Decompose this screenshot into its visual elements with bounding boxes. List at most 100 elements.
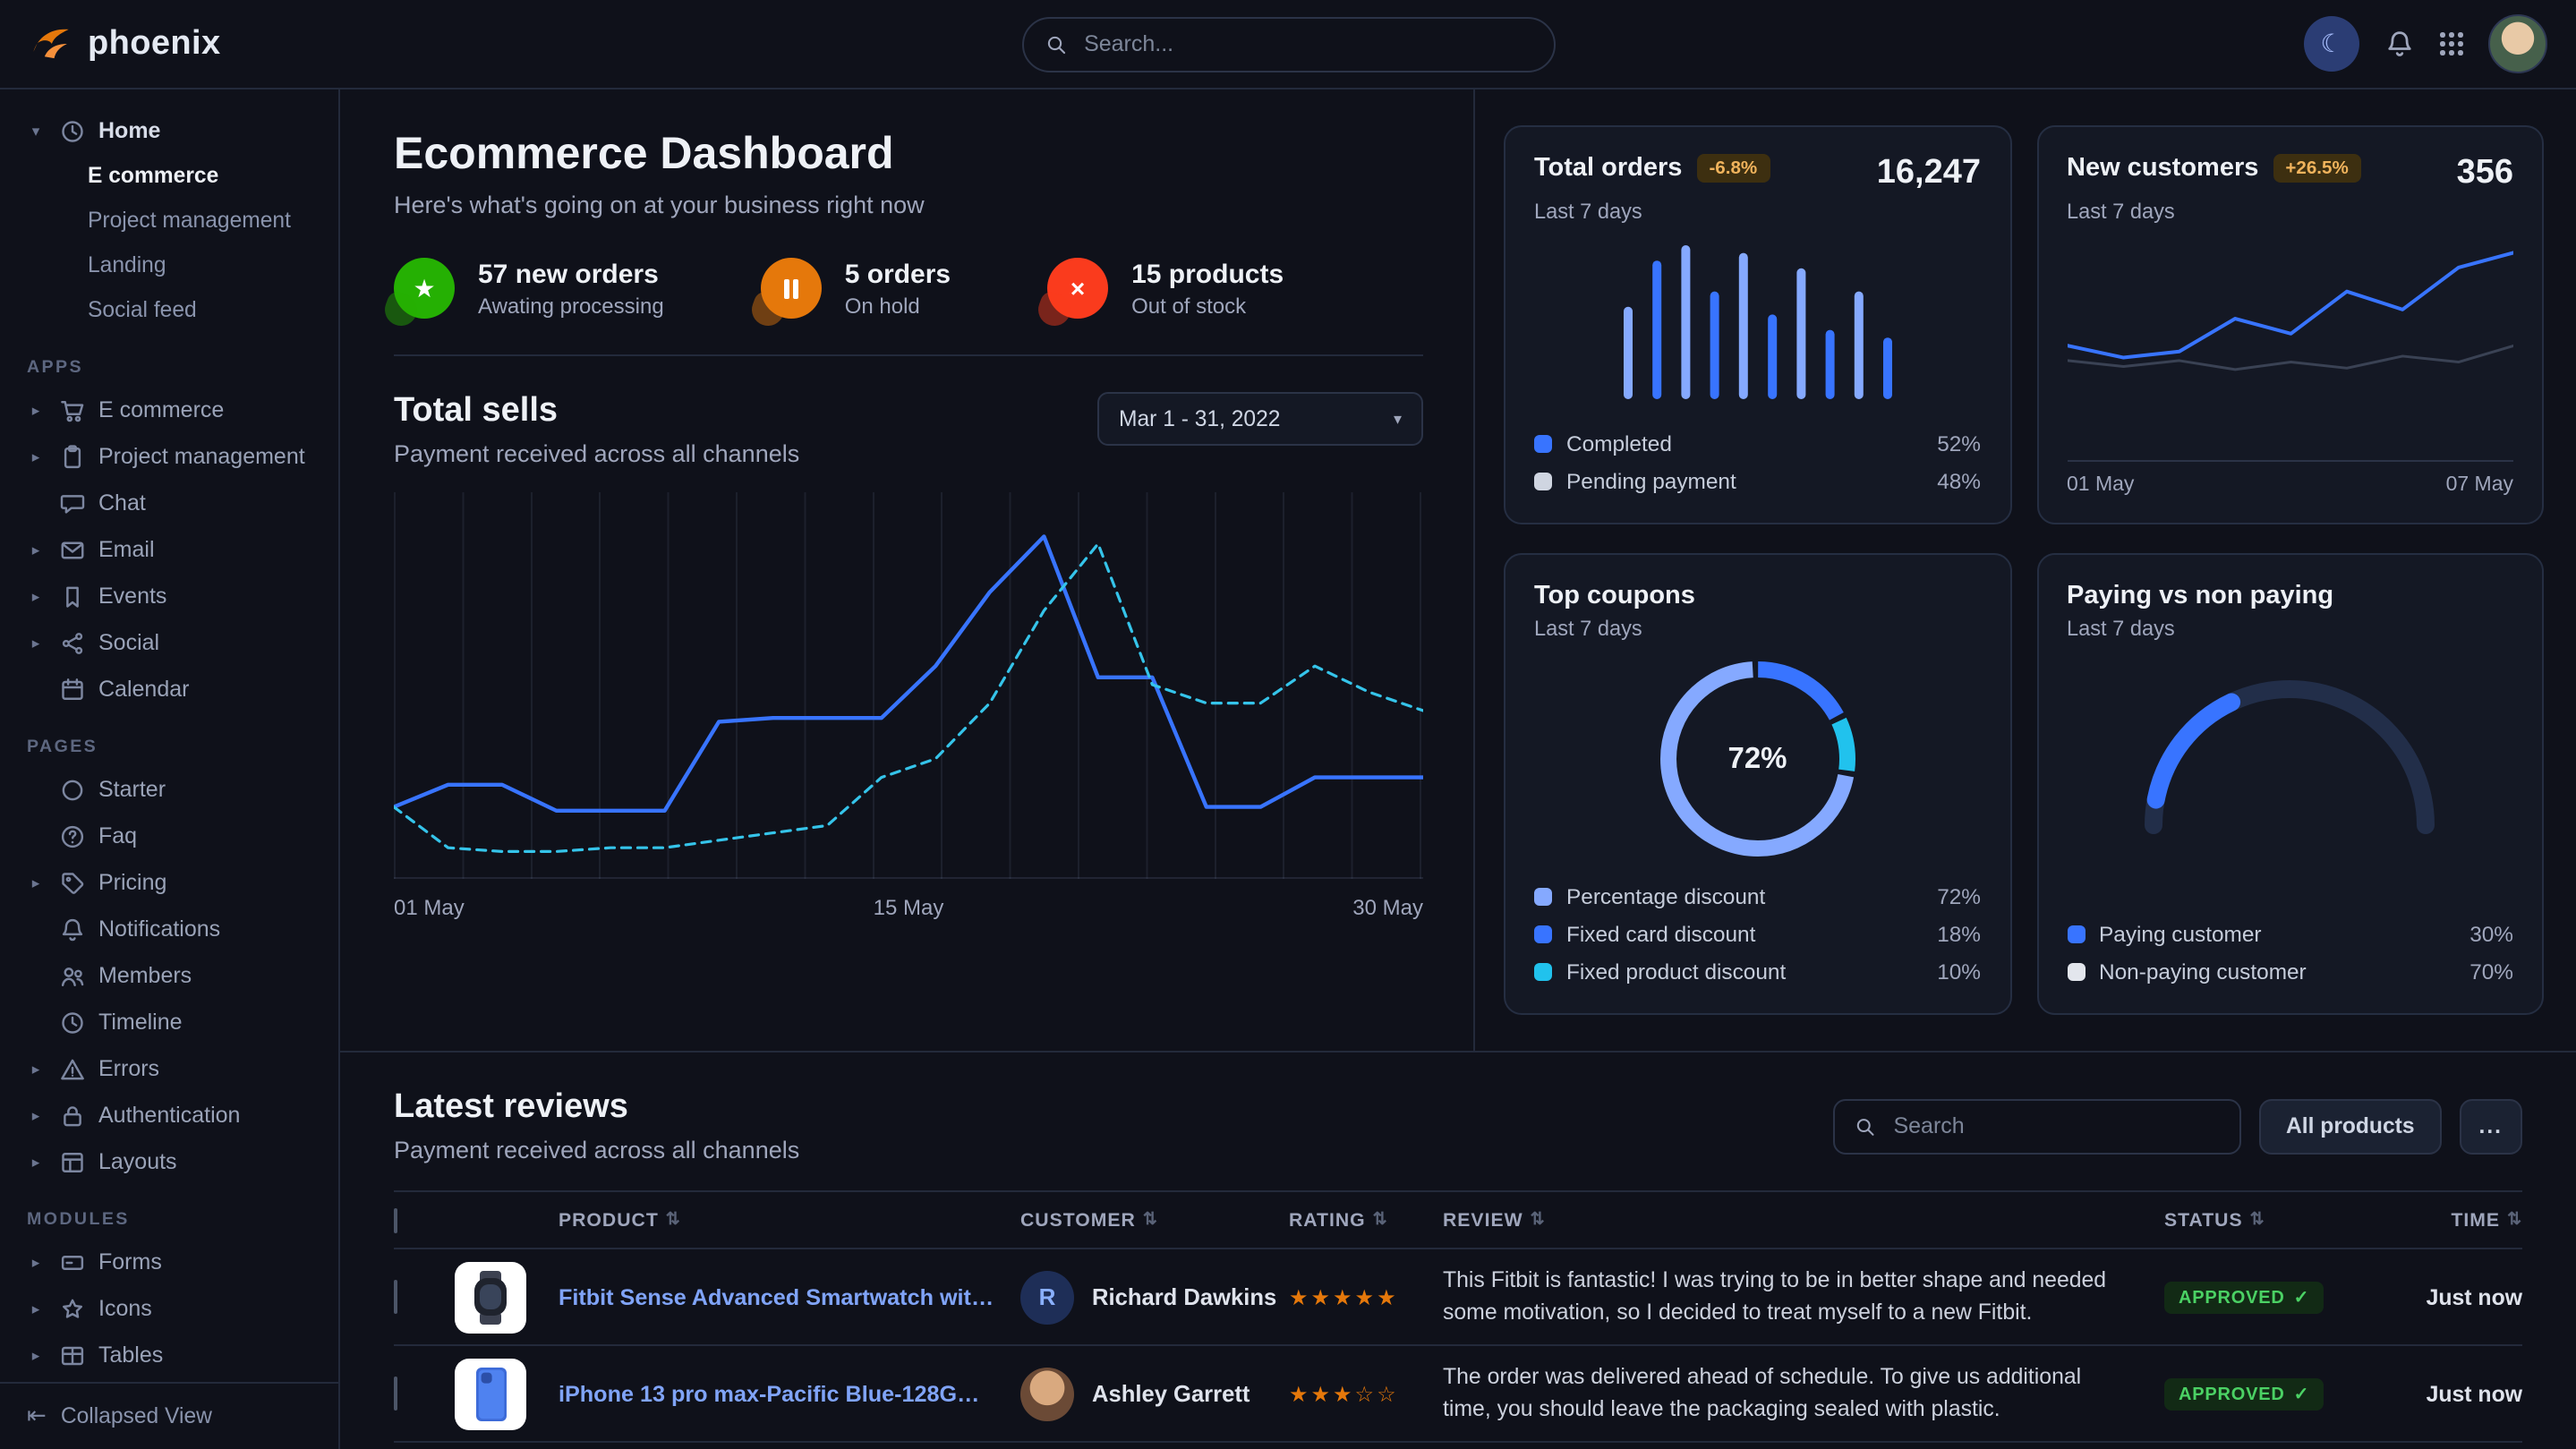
date-range-select[interactable]: Mar 1 - 31, 2022 ▾ — [1097, 392, 1423, 446]
sidebar-item-faq[interactable]: Faq — [0, 813, 338, 859]
sidebar-item-project-management-app[interactable]: ▸ Project management — [0, 433, 338, 480]
product-image-iphone[interactable] — [455, 1358, 526, 1429]
chevron-right-icon: ▸ — [25, 1252, 47, 1272]
review-text: The order was delivered ahead of schedul… — [1443, 1361, 2164, 1426]
check-icon: ✓ — [2294, 1385, 2310, 1405]
latest-reviews-subtitle: Payment received across all channels — [394, 1137, 799, 1163]
customer-cell[interactable]: R Richard Dawkins — [1020, 1270, 1289, 1324]
product-image-smartwatch[interactable] — [455, 1261, 526, 1333]
apps-menu-button[interactable] — [2440, 32, 2463, 55]
sidebar-item-starter[interactable]: Starter — [0, 766, 338, 813]
legend-pending-payment: Pending payment 48% — [1534, 465, 1981, 496]
column-status[interactable]: STATUS⇅ — [2164, 1209, 2376, 1231]
more-options-button[interactable]: ... — [2460, 1098, 2523, 1154]
select-all-checkbox[interactable] — [394, 1207, 397, 1232]
share-nodes-icon — [59, 629, 86, 656]
sidebar-item-forms[interactable]: ▸ Forms — [0, 1239, 338, 1285]
grid-icon — [2440, 32, 2463, 55]
sidebar-item-landing[interactable]: Landing — [0, 243, 338, 288]
table-row: iPhone 13 pro max-Pacific Blue-128GB sto… — [394, 1346, 2522, 1443]
card-top-coupons: Top coupons Last 7 days 72% Percentage d… — [1504, 553, 2011, 1015]
sidebar-item-icons[interactable]: ▸ Icons — [0, 1285, 338, 1332]
chat-bubble-icon — [59, 490, 86, 516]
status-badge: APPROVED✓ — [2164, 1379, 2324, 1411]
sidebar-item-ecommerce-app[interactable]: ▸ E commerce — [0, 387, 338, 433]
column-customer[interactable]: CUSTOMER⇅ — [1020, 1209, 1289, 1231]
tag-icon — [59, 869, 86, 896]
section-label-pages: PAGES — [0, 712, 338, 766]
sidebar-item-calendar[interactable]: Calendar — [0, 666, 338, 712]
sidebar-item-pricing[interactable]: ▸ Pricing — [0, 859, 338, 906]
global-search-input[interactable] — [1080, 30, 1531, 58]
total-orders-bar-chart — [1624, 245, 1892, 399]
sidebar-item-timeline[interactable]: Timeline — [0, 999, 338, 1045]
chevron-down-icon: ▾ — [1394, 409, 1402, 429]
column-product[interactable]: PRODUCT⇅ — [559, 1209, 1020, 1231]
sidebar-item-social[interactable]: ▸ Social — [0, 619, 338, 666]
reviews-search-input[interactable] — [1889, 1112, 2220, 1140]
review-text: This Fitbit is fantastic! I was trying t… — [1443, 1265, 2164, 1329]
stat-out-of-stock: × 15 products Out of stock — [1047, 258, 1284, 319]
sidebar-item-authentication[interactable]: ▸ Authentication — [0, 1092, 338, 1138]
sort-icon: ⇅ — [1143, 1210, 1158, 1230]
product-link[interactable]: iPhone 13 pro max-Pacific Blue-128GB sto… — [559, 1381, 1020, 1406]
chevron-right-icon: ▸ — [25, 1345, 47, 1365]
latest-reviews-title: Latest reviews — [394, 1088, 799, 1128]
app-window: phoenix ☾ ▾ — [0, 0, 2576, 1449]
theme-toggle-button[interactable]: ☾ — [2304, 16, 2359, 72]
table-row — [394, 1443, 2522, 1449]
sidebar-item-members[interactable]: Members — [0, 952, 338, 999]
rating-stars: ★★★☆☆ — [1289, 1381, 1443, 1406]
sidebar-item-layouts[interactable]: ▸ Layouts — [0, 1138, 338, 1185]
new-customers-value: 356 — [2457, 154, 2513, 193]
column-review[interactable]: REVIEW⇅ — [1443, 1209, 2164, 1231]
card-paying-vs-non-paying: Paying vs non paying Last 7 days Paying … — [2036, 553, 2544, 1015]
sidebar-item-email[interactable]: ▸ Email — [0, 526, 338, 573]
brand[interactable]: phoenix — [29, 21, 221, 66]
customer-name: Ashley Garrett — [1092, 1380, 1250, 1407]
all-products-button[interactable]: All products — [2259, 1098, 2441, 1154]
sidebar-item-project-management-dashboard[interactable]: Project management — [0, 199, 338, 243]
review-time: Just now — [2376, 1284, 2522, 1309]
customer-cell[interactable]: Ashley Garrett — [1020, 1367, 1289, 1420]
pause-icon — [761, 258, 822, 319]
lock-icon — [59, 1102, 86, 1129]
legend-fixed-card-discount: Fixed card discount 18% — [1534, 918, 1981, 949]
sidebar-item-social-feed[interactable]: Social feed — [0, 288, 338, 333]
reviews-table: PRODUCT⇅ CUSTOMER⇅ RATING⇅ REVIEW⇅ STATU… — [394, 1190, 2522, 1449]
global-search[interactable] — [1021, 16, 1555, 72]
warning-triangle-icon — [59, 1055, 86, 1082]
total-orders-value: 16,247 — [1877, 154, 1981, 193]
sidebar-item-events[interactable]: ▸ Events — [0, 573, 338, 619]
cart-icon — [59, 396, 86, 423]
customer-name: Richard Dawkins — [1092, 1283, 1276, 1310]
product-link[interactable]: Fitbit Sense Advanced Smartwatch with To… — [559, 1284, 1020, 1309]
sidebar-item-errors[interactable]: ▸ Errors — [0, 1045, 338, 1092]
collapsed-view-button[interactable]: ⇤ Collapsed View — [0, 1381, 338, 1449]
user-avatar[interactable] — [2488, 14, 2547, 73]
phoenix-logo-icon — [29, 21, 73, 66]
new-customers-line-chart — [2067, 245, 2513, 410]
row-checkbox[interactable] — [394, 1376, 397, 1410]
sidebar-item-home[interactable]: ▾ Home — [0, 107, 338, 154]
clipboard-icon — [59, 443, 86, 470]
envelope-icon — [59, 536, 86, 563]
stat-orders-on-hold: 5 orders On hold — [761, 258, 951, 319]
sidebar-item-ecommerce-dashboard[interactable]: E commerce — [0, 154, 338, 199]
chevron-right-icon: ▸ — [25, 873, 47, 892]
sidebar-item-notifications[interactable]: Notifications — [0, 906, 338, 952]
column-rating[interactable]: RATING⇅ — [1289, 1209, 1443, 1231]
row-checkbox[interactable] — [394, 1279, 397, 1313]
moon-icon: ☾ — [2320, 29, 2342, 59]
bell-icon — [2384, 29, 2415, 59]
notifications-button[interactable] — [2384, 29, 2415, 59]
search-icon — [1045, 32, 1066, 55]
sort-icon: ⇅ — [1531, 1210, 1546, 1230]
sidebar-item-chat[interactable]: Chat — [0, 480, 338, 526]
legend-non-paying-customer: Non-paying customer 70% — [2067, 956, 2513, 986]
reviews-search[interactable] — [1833, 1098, 2241, 1154]
sidebar-item-tables[interactable]: ▸ Tables — [0, 1332, 338, 1378]
column-time[interactable]: TIME⇅ — [2376, 1209, 2522, 1231]
paying-gauge-chart — [2138, 669, 2443, 834]
question-circle-icon — [59, 823, 86, 849]
